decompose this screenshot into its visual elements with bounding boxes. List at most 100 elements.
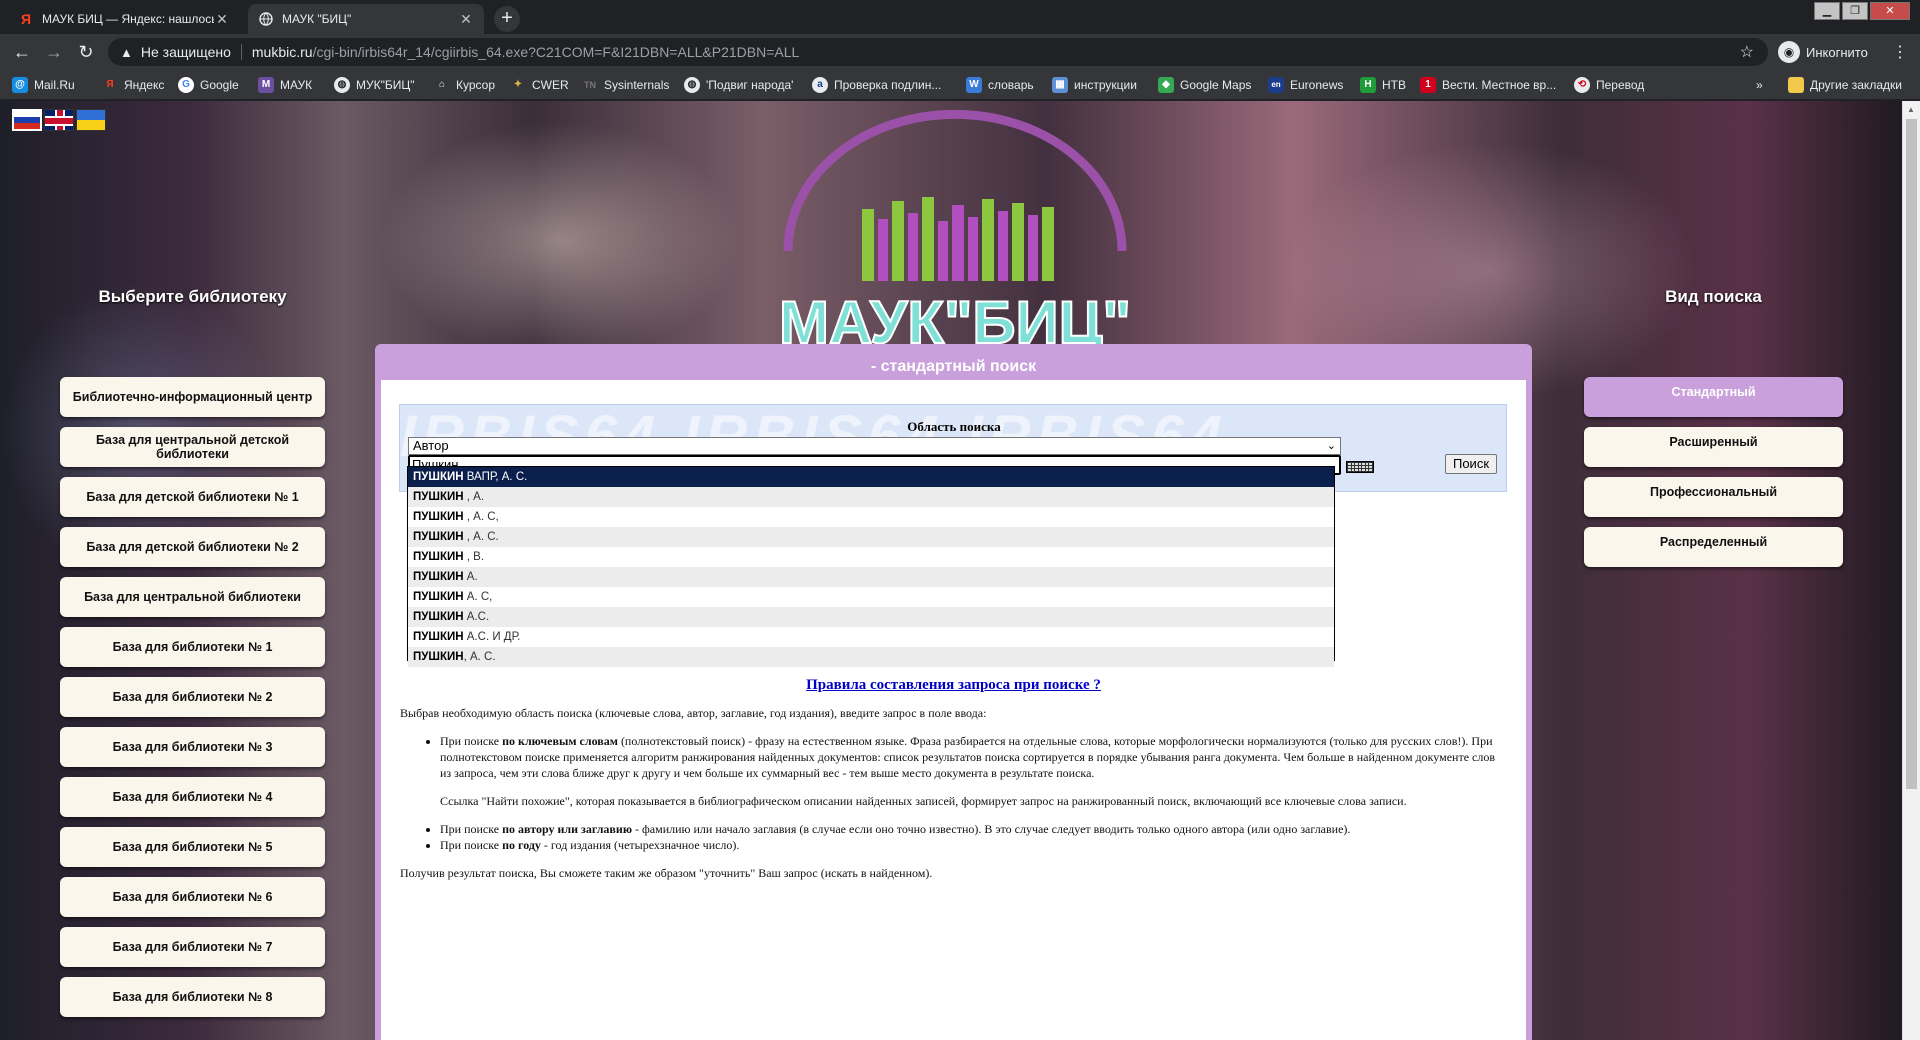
translate-icon: ⟲ — [1574, 77, 1590, 93]
search-view-button[interactable]: Расширенный — [1584, 427, 1843, 467]
maximize-icon[interactable]: ❐ — [1842, 2, 1868, 20]
search-view-button[interactable]: Распределенный — [1584, 527, 1843, 567]
close-window-icon[interactable]: ✕ — [1870, 2, 1910, 20]
library-button[interactable]: База для библиотеки № 3 — [60, 727, 325, 767]
bookmark-star-icon[interactable]: ☆ — [1740, 42, 1754, 62]
globe-icon: ◍ — [334, 77, 350, 93]
suggestion-item[interactable]: ПУШКИН ВАПР, А. С. — [408, 467, 1334, 487]
suggestion-item[interactable]: ПУШКИН , В. — [408, 547, 1334, 567]
search-view-button[interactable]: Профессиональный — [1584, 477, 1843, 517]
suggestion-item[interactable]: ПУШКИН, А. С. — [408, 647, 1334, 667]
suggestion-rest: А. С, — [463, 591, 493, 603]
main-panel: - стандартный поиск IRBIS64 IRBIS64 IRBI… — [375, 344, 1532, 1040]
address-bar[interactable]: ▲ Не защищено mukbic.ru /cgi-bin/irbis64… — [108, 38, 1768, 66]
other-bookmarks[interactable]: ▮ Другие закладки — [1788, 76, 1902, 94]
bookmark-kursor[interactable]: ⌂ Курсор — [434, 76, 495, 94]
tab-mauk[interactable]: МАУК "БИЦ" ✕ — [248, 4, 484, 34]
help-emphasis: по автору или заглавию — [502, 822, 632, 836]
bookmark-yandex[interactable]: Я Яндекс — [102, 76, 164, 94]
divider — [240, 44, 242, 60]
library-button[interactable]: База для библиотеки № 4 — [60, 777, 325, 817]
bookmark-google-maps[interactable]: ◆ Google Maps — [1158, 76, 1251, 94]
instructions-icon: ▦ — [1052, 77, 1068, 93]
library-button[interactable]: База для библиотеки № 8 — [60, 977, 325, 1017]
suggestion-item[interactable]: ПУШКИН , А. С. — [408, 527, 1334, 547]
window-controls: ▁ ❐ ✕ — [1814, 2, 1910, 20]
help-body: - год издания (четырехзначное число). — [540, 838, 740, 852]
library-button[interactable]: База для библиотеки № 2 — [60, 677, 325, 717]
bookmark-cwer[interactable]: ✦ CWER — [510, 76, 569, 94]
bookmark-vesti[interactable]: 1 Вести. Местное вр... — [1420, 76, 1556, 94]
menu-icon[interactable]: ⋮ — [1892, 42, 1908, 62]
virtual-keyboard-icon[interactable] — [1346, 461, 1374, 473]
podvig-icon: ◍ — [684, 77, 700, 93]
new-tab-button[interactable]: + — [494, 6, 520, 32]
library-button[interactable]: База для библиотеки № 7 — [60, 927, 325, 967]
check-icon: a — [812, 77, 828, 93]
tab-yandex[interactable]: Я МАУК БИЦ — Яндекс: нашлось ✕ — [8, 4, 240, 34]
tab-strip: Я МАУК БИЦ — Яндекс: нашлось ✕ МАУК "БИЦ… — [0, 0, 1920, 34]
close-tab-icon[interactable]: ✕ — [214, 11, 230, 28]
suggestion-item[interactable]: ПУШКИН , А. С, — [408, 507, 1334, 527]
bookmark-google[interactable]: G Google — [178, 76, 239, 94]
mailru-icon: @ — [12, 77, 28, 93]
library-button[interactable]: База для библиотеки № 6 — [60, 877, 325, 917]
library-button[interactable]: База для детской библиотеки № 2 — [60, 527, 325, 567]
bookmarks-bar: @ Mail.Ru Я Яндекс G Google M МАУК ◍ МУК"БИЦ"… — [0, 70, 1920, 100]
suggestion-item[interactable]: ПУШКИН , А. — [408, 487, 1334, 507]
bookmark-mailru[interactable]: @ Mail.Ru — [12, 76, 75, 94]
russian-flag-icon[interactable] — [12, 109, 42, 131]
page-viewport: МАУК"БИЦ" Выберите библиотеку Библиотечн… — [0, 101, 1902, 1040]
bookmark-translate[interactable]: ⟲ Перевод — [1574, 76, 1644, 94]
library-button[interactable]: База для библиотеки № 1 — [60, 627, 325, 667]
euronews-icon: en — [1268, 77, 1284, 93]
suggestion-match: ПУШКИН — [413, 631, 464, 643]
close-tab-icon[interactable]: ✕ — [458, 11, 474, 28]
suggestion-item[interactable]: ПУШКИН А. С, — [408, 587, 1334, 607]
help-emphasis: по году — [502, 838, 541, 852]
forward-icon[interactable]: → — [42, 40, 66, 64]
library-button[interactable]: База для центральной детской библиотеки — [60, 427, 325, 467]
security-label[interactable]: Не защищено — [141, 44, 231, 60]
suggestion-item[interactable]: ПУШКИН А.С. И ДР. — [408, 627, 1334, 647]
suggestion-match: ПУШКИН — [413, 471, 464, 483]
bookmark-label: Яндекс — [124, 78, 165, 92]
vesti-icon: 1 — [1420, 77, 1436, 93]
bookmark-check[interactable]: a Проверка подлин... — [812, 76, 941, 94]
suggestion-rest: , А. С. — [463, 651, 496, 663]
library-button[interactable]: База для центральной библиотеки — [60, 577, 325, 617]
search-view-button[interactable]: Стандартный — [1584, 377, 1843, 417]
scrollbar-thumb[interactable] — [1906, 119, 1917, 789]
bookmark-podvig[interactable]: ◍ 'Подвиг народа' — [684, 76, 793, 94]
library-button[interactable]: Библиотечно-информационный центр — [60, 377, 325, 417]
ukrainian-flag-icon[interactable] — [76, 109, 106, 131]
scroll-up-icon[interactable]: ▲ — [1907, 105, 1915, 114]
bookmark-sysinternals[interactable]: TN Sysinternals — [582, 76, 669, 94]
url-host: mukbic.ru — [251, 44, 313, 60]
library-button[interactable]: База для библиотеки № 5 — [60, 827, 325, 867]
query-rules-link[interactable]: Правила составления запроса при поиске ? — [381, 677, 1526, 694]
english-flag-icon[interactable] — [44, 109, 74, 131]
bookmark-muk-bic[interactable]: ◍ МУК"БИЦ" — [334, 76, 415, 94]
reload-icon[interactable]: ↻ — [74, 40, 98, 64]
suggestion-item[interactable]: ПУШКИН А. — [408, 567, 1334, 587]
bookmark-euronews[interactable]: en Euronews — [1268, 76, 1343, 94]
page-scrollbar[interactable]: ▲ — [1902, 101, 1920, 1040]
bookmark-mauk[interactable]: M МАУК — [258, 76, 312, 94]
help-outro: Получив результат поиска, Вы сможете так… — [400, 866, 933, 880]
warning-icon[interactable]: ▲ — [120, 45, 133, 60]
bookmarks-overflow[interactable]: » — [1756, 76, 1763, 94]
incognito-label: Инкогнито — [1806, 44, 1868, 60]
suggestion-item[interactable]: ПУШКИН А.С. — [408, 607, 1334, 627]
sysinternals-icon: TN — [584, 80, 596, 90]
back-icon[interactable]: ← — [10, 40, 34, 64]
bookmark-ntv[interactable]: Н НТВ — [1360, 76, 1406, 94]
search-button[interactable]: Поиск — [1445, 454, 1497, 474]
incognito-indicator[interactable]: ◉ Инкогнито — [1778, 40, 1868, 64]
library-button[interactable]: База для детской библиотеки № 1 — [60, 477, 325, 517]
search-area-select[interactable]: Автор ⌄ — [408, 437, 1341, 455]
minimize-icon[interactable]: ▁ — [1814, 2, 1840, 20]
bookmark-dictionary[interactable]: Wсловарь — [966, 76, 1034, 94]
site-logo[interactable]: МАУК"БИЦ" — [770, 101, 1140, 361]
bookmark-instructions[interactable]: ▦ инструкции — [1052, 76, 1137, 94]
